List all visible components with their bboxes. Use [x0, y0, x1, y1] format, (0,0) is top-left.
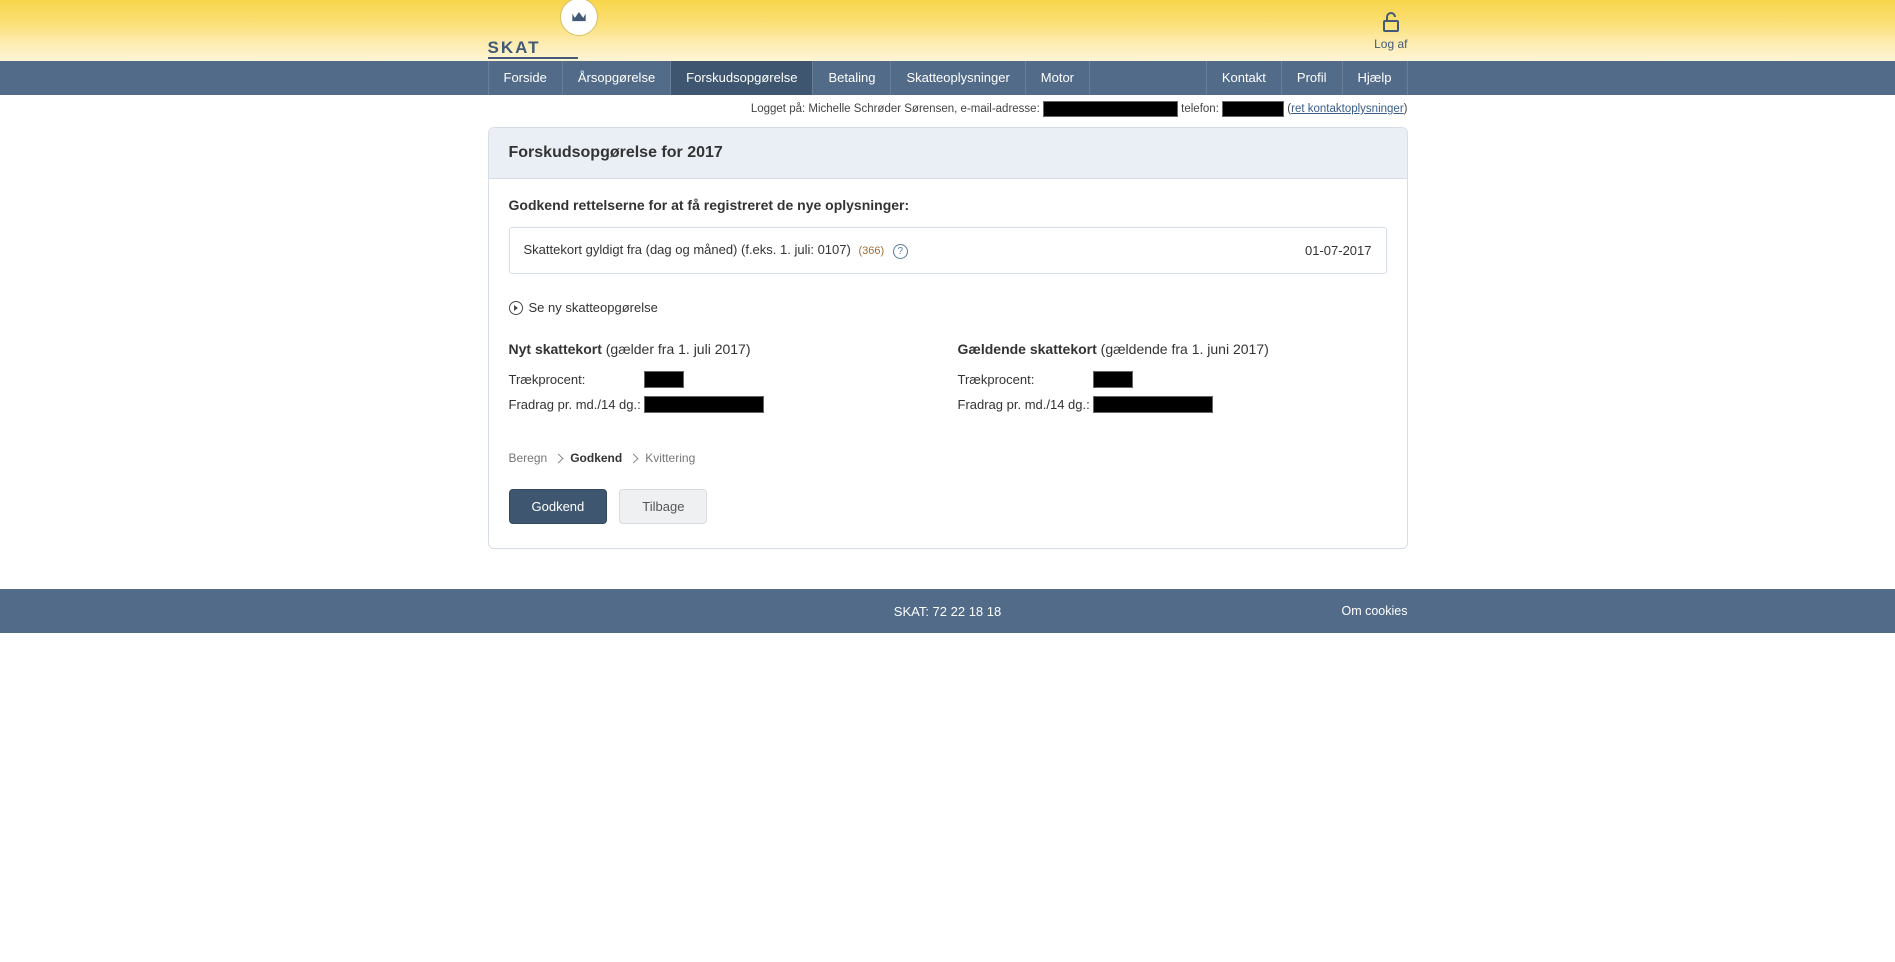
chevron-right-icon: [554, 453, 564, 463]
step-godkend: Godkend: [570, 451, 622, 465]
nav-profil[interactable]: Profil: [1282, 61, 1343, 95]
current-deduct-label: Fradrag pr. md./14 dg.:: [958, 397, 1093, 412]
brand-name: SKAT: [488, 38, 541, 58]
nav-skatteoplysninger[interactable]: Skatteoplysninger: [891, 61, 1025, 95]
new-tax-card-column: Nyt skattekort (gælder fra 1. juli 2017)…: [509, 341, 938, 421]
footer-phone: SKAT: 72 22 18 18: [894, 604, 1001, 619]
logoff-button[interactable]: Log af: [1374, 10, 1407, 51]
help-icon[interactable]: ?: [893, 244, 908, 259]
redacted-current-deduct: [1093, 396, 1213, 413]
tax-card-valid-row: Skattekort gyldigt fra (dag og måned) (f…: [509, 227, 1387, 274]
current-card-subtitle: (gældende fra 1. juni 2017): [1097, 341, 1269, 357]
login-prefix: Logget på:: [751, 103, 809, 115]
login-phone-label: telefon:: [1178, 103, 1222, 115]
valid-from-value: 01-07-2017: [1305, 243, 1372, 258]
brand-underline: [488, 57, 578, 59]
login-email-label: , e-mail-adresse:: [954, 103, 1043, 115]
new-deduct-label: Fradrag pr. md./14 dg.:: [509, 397, 644, 412]
crown-icon: [560, 0, 598, 36]
approve-button[interactable]: Godkend: [509, 489, 608, 524]
login-info: Logget på: Michelle Schrøder Sørensen, e…: [488, 95, 1408, 127]
field-code: (366): [858, 245, 884, 257]
nav-motor[interactable]: Motor: [1026, 61, 1090, 95]
see-new-assessment-link[interactable]: Se ny skatteopgørelse: [509, 300, 1387, 315]
logoff-label: Log af: [1374, 37, 1407, 51]
new-card-title: Nyt skattekort: [509, 341, 602, 357]
nav-forskudsopgorelse[interactable]: Forskudsopgørelse: [671, 61, 813, 95]
nav-betaling[interactable]: Betaling: [813, 61, 891, 95]
new-percent-label: Trækprocent:: [509, 372, 644, 387]
new-card-subtitle: (gælder fra 1. juli 2017): [602, 341, 751, 357]
valid-from-label: Skattekort gyldigt fra (dag og måned) (f…: [524, 242, 851, 257]
redacted-phone: [1222, 101, 1284, 117]
login-user: Michelle Schrøder Sørensen: [808, 103, 954, 115]
edit-contact-link[interactable]: ret kontaktoplysninger: [1291, 103, 1404, 115]
page-title: Forskudsopgørelse for 2017: [489, 128, 1407, 179]
redacted-new-deduct: [644, 396, 764, 413]
current-tax-card-column: Gældende skattekort (gældende fra 1. jun…: [958, 341, 1387, 421]
expand-label: Se ny skatteopgørelse: [529, 300, 658, 315]
nav-kontakt[interactable]: Kontakt: [1206, 61, 1282, 95]
cookies-link[interactable]: Om cookies: [1342, 604, 1408, 618]
wizard-steps: Beregn Godkend Kvittering: [509, 451, 1387, 465]
unlock-icon: [1379, 10, 1403, 34]
back-button[interactable]: Tilbage: [619, 489, 707, 524]
step-kvittering: Kvittering: [645, 451, 695, 465]
redacted-email: [1043, 101, 1178, 117]
step-beregn: Beregn: [509, 451, 548, 465]
chevron-right-icon: [629, 453, 639, 463]
redacted-current-percent: [1093, 371, 1133, 388]
current-card-title: Gældende skattekort: [958, 341, 1097, 357]
current-percent-label: Trækprocent:: [958, 372, 1093, 387]
paren-close: ): [1404, 103, 1408, 115]
play-circle-icon: [509, 301, 523, 315]
nav-arsopgorelse[interactable]: Årsopgørelse: [563, 61, 671, 95]
approve-heading: Godkend rettelserne for at få registrere…: [509, 197, 1387, 213]
nav-hjaelp[interactable]: Hjælp: [1343, 61, 1408, 95]
redacted-new-percent: [644, 371, 684, 388]
nav-forside[interactable]: Forside: [488, 61, 563, 95]
